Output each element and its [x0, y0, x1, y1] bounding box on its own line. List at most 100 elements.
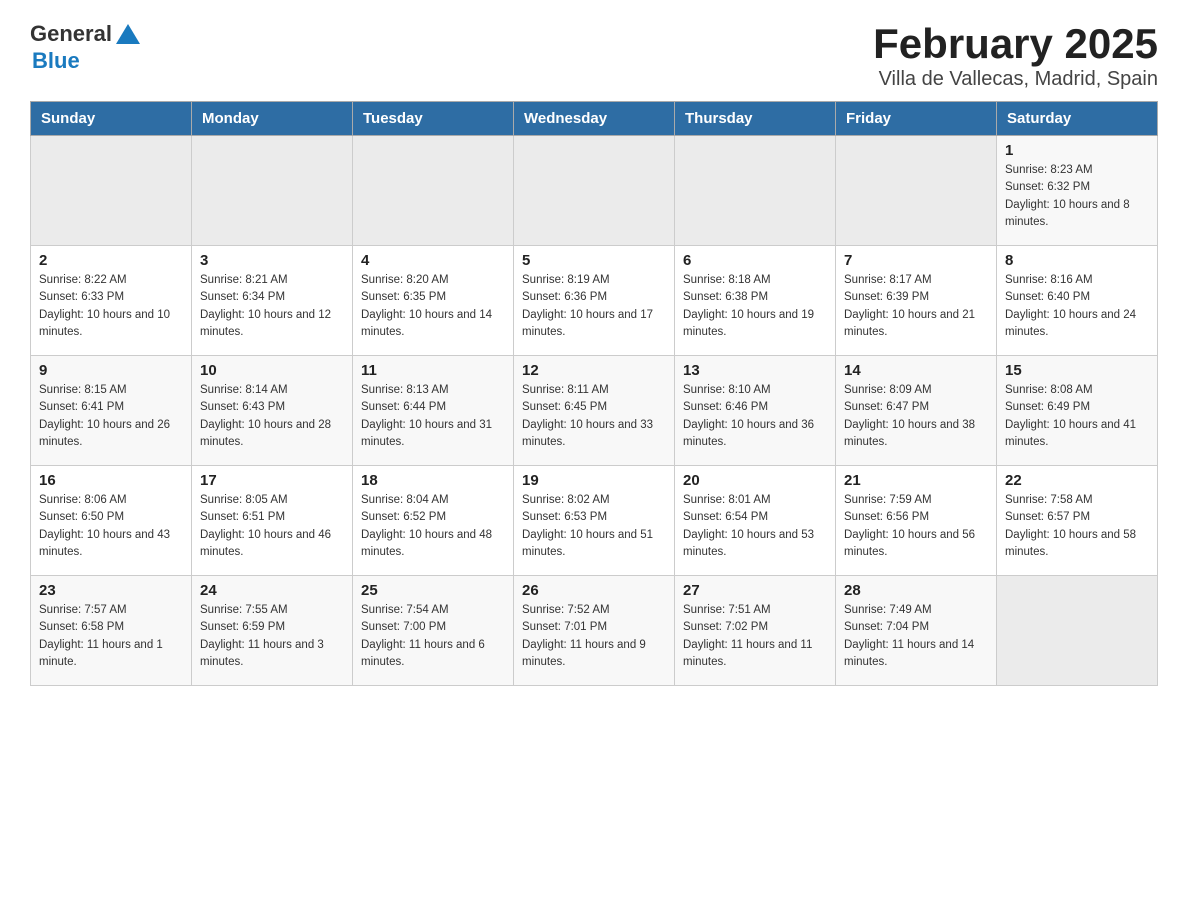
day-number: 5: [522, 252, 666, 269]
day-number: 16: [39, 472, 183, 489]
calendar-day-cell: 19 Sunrise: 8:02 AM Sunset: 6:53 PM Dayli…: [514, 466, 675, 576]
calendar-day-cell: 5 Sunrise: 8:19 AM Sunset: 6:36 PM Daylig…: [514, 246, 675, 356]
calendar-header-saturday: Saturday: [997, 102, 1158, 136]
day-number: 18: [361, 472, 505, 489]
day-number: 21: [844, 472, 988, 489]
calendar-day-cell: 8 Sunrise: 8:16 AM Sunset: 6:40 PM Daylig…: [997, 246, 1158, 356]
calendar-header-sunday: Sunday: [31, 102, 192, 136]
calendar-day-cell: 10 Sunrise: 8:14 AM Sunset: 6:43 PM Dayli…: [192, 356, 353, 466]
day-info: Sunrise: 8:21 AM Sunset: 6:34 PM Dayligh…: [200, 272, 344, 341]
calendar-table: SundayMondayTuesdayWednesdayThursdayFrid…: [30, 101, 1158, 686]
day-info: Sunrise: 8:04 AM Sunset: 6:52 PM Dayligh…: [361, 492, 505, 561]
day-info: Sunrise: 8:10 AM Sunset: 6:46 PM Dayligh…: [683, 382, 827, 451]
calendar-day-cell: 20Sunrise: 8:01 AM Sunset: 6:54 PM Dayli…: [675, 466, 836, 576]
calendar-day-cell: [997, 576, 1158, 686]
day-number: 19: [522, 472, 666, 489]
calendar-day-cell: 26 Sunrise: 7:52 AM Sunset: 7:01 PM Dayli…: [514, 576, 675, 686]
day-number: 14: [844, 362, 988, 379]
calendar-day-cell: 7Sunrise: 8:17 AM Sunset: 6:39 PM Daylig…: [836, 246, 997, 356]
day-number: 10: [200, 362, 344, 379]
calendar-header-friday: Friday: [836, 102, 997, 136]
calendar-week-row: 16 Sunrise: 8:06 AM Sunset: 6:50 PM Dayli…: [31, 466, 1158, 576]
day-info: Sunrise: 8:02 AM Sunset: 6:53 PM Dayligh…: [522, 492, 666, 561]
day-info: Sunrise: 8:19 AM Sunset: 6:36 PM Dayligh…: [522, 272, 666, 341]
page-title: February 2025: [873, 20, 1158, 68]
calendar-day-cell: 17Sunrise: 8:05 AM Sunset: 6:51 PM Dayli…: [192, 466, 353, 576]
day-number: 17: [200, 472, 344, 489]
page-header: General Blue February 2025 Villa de Vall…: [30, 20, 1158, 91]
calendar-day-cell: [31, 136, 192, 246]
calendar-day-cell: 22Sunrise: 7:58 AM Sunset: 6:57 PM Dayli…: [997, 466, 1158, 576]
calendar-header-thursday: Thursday: [675, 102, 836, 136]
day-number: 3: [200, 252, 344, 269]
calendar-day-cell: [192, 136, 353, 246]
calendar-week-row: 9 Sunrise: 8:15 AM Sunset: 6:41 PM Daylig…: [31, 356, 1158, 466]
calendar-day-cell: 14 Sunrise: 8:09 AM Sunset: 6:47 PM Dayli…: [836, 356, 997, 466]
calendar-day-cell: 2 Sunrise: 8:22 AM Sunset: 6:33 PM Daylig…: [31, 246, 192, 356]
calendar-week-row: 1 Sunrise: 8:23 AM Sunset: 6:32 PM Daylig…: [31, 136, 1158, 246]
day-number: 27: [683, 582, 827, 599]
day-info: Sunrise: 7:55 AM Sunset: 6:59 PM Dayligh…: [200, 602, 344, 671]
day-number: 26: [522, 582, 666, 599]
day-info: Sunrise: 7:51 AM Sunset: 7:02 PM Dayligh…: [683, 602, 827, 671]
day-number: 4: [361, 252, 505, 269]
day-number: 15: [1005, 362, 1149, 379]
title-section: February 2025 Villa de Vallecas, Madrid,…: [873, 20, 1158, 91]
calendar-week-row: 2 Sunrise: 8:22 AM Sunset: 6:33 PM Daylig…: [31, 246, 1158, 356]
day-info: Sunrise: 7:58 AM Sunset: 6:57 PM Dayligh…: [1005, 492, 1149, 561]
day-info: Sunrise: 7:59 AM Sunset: 6:56 PM Dayligh…: [844, 492, 988, 561]
calendar-day-cell: 28Sunrise: 7:49 AM Sunset: 7:04 PM Dayli…: [836, 576, 997, 686]
day-info: Sunrise: 8:18 AM Sunset: 6:38 PM Dayligh…: [683, 272, 827, 341]
page-subtitle: Villa de Vallecas, Madrid, Spain: [873, 68, 1158, 91]
day-info: Sunrise: 8:20 AM Sunset: 6:35 PM Dayligh…: [361, 272, 505, 341]
day-info: Sunrise: 8:06 AM Sunset: 6:50 PM Dayligh…: [39, 492, 183, 561]
calendar-day-cell: 4 Sunrise: 8:20 AM Sunset: 6:35 PM Daylig…: [353, 246, 514, 356]
day-info: Sunrise: 7:54 AM Sunset: 7:00 PM Dayligh…: [361, 602, 505, 671]
day-info: Sunrise: 8:16 AM Sunset: 6:40 PM Dayligh…: [1005, 272, 1149, 341]
day-info: Sunrise: 8:08 AM Sunset: 6:49 PM Dayligh…: [1005, 382, 1149, 451]
day-number: 2: [39, 252, 183, 269]
calendar-day-cell: 16 Sunrise: 8:06 AM Sunset: 6:50 PM Dayli…: [31, 466, 192, 576]
day-number: 20: [683, 472, 827, 489]
logo-blue-text: Blue: [32, 48, 142, 74]
calendar-day-cell: 15 Sunrise: 8:08 AM Sunset: 6:49 PM Dayli…: [997, 356, 1158, 466]
logo-general-text: General: [30, 21, 112, 47]
calendar-day-cell: 12Sunrise: 8:11 AM Sunset: 6:45 PM Dayli…: [514, 356, 675, 466]
calendar-day-cell: 23 Sunrise: 7:57 AM Sunset: 6:58 PM Dayli…: [31, 576, 192, 686]
calendar-day-cell: [836, 136, 997, 246]
day-number: 9: [39, 362, 183, 379]
day-number: 23: [39, 582, 183, 599]
logo: General Blue: [30, 20, 142, 74]
calendar-day-cell: 13 Sunrise: 8:10 AM Sunset: 6:46 PM Dayli…: [675, 356, 836, 466]
calendar-day-cell: [675, 136, 836, 246]
calendar-day-cell: 1 Sunrise: 8:23 AM Sunset: 6:32 PM Daylig…: [997, 136, 1158, 246]
calendar-day-cell: 3 Sunrise: 8:21 AM Sunset: 6:34 PM Daylig…: [192, 246, 353, 356]
calendar-day-cell: [514, 136, 675, 246]
day-info: Sunrise: 8:22 AM Sunset: 6:33 PM Dayligh…: [39, 272, 183, 341]
calendar-day-cell: 9 Sunrise: 8:15 AM Sunset: 6:41 PM Daylig…: [31, 356, 192, 466]
calendar-day-cell: 11 Sunrise: 8:13 AM Sunset: 6:44 PM Dayli…: [353, 356, 514, 466]
day-number: 1: [1005, 142, 1149, 159]
calendar-day-cell: 21 Sunrise: 7:59 AM Sunset: 6:56 PM Dayli…: [836, 466, 997, 576]
day-info: Sunrise: 8:11 AM Sunset: 6:45 PM Dayligh…: [522, 382, 666, 451]
day-info: Sunrise: 7:52 AM Sunset: 7:01 PM Dayligh…: [522, 602, 666, 671]
calendar-day-cell: 27 Sunrise: 7:51 AM Sunset: 7:02 PM Dayli…: [675, 576, 836, 686]
calendar-day-cell: 6 Sunrise: 8:18 AM Sunset: 6:38 PM Daylig…: [675, 246, 836, 356]
day-number: 11: [361, 362, 505, 379]
day-info: Sunrise: 8:23 AM Sunset: 6:32 PM Dayligh…: [1005, 162, 1149, 231]
day-info: Sunrise: 8:09 AM Sunset: 6:47 PM Dayligh…: [844, 382, 988, 451]
calendar-week-row: 23 Sunrise: 7:57 AM Sunset: 6:58 PM Dayli…: [31, 576, 1158, 686]
day-info: Sunrise: 8:13 AM Sunset: 6:44 PM Dayligh…: [361, 382, 505, 451]
day-info: Sunrise: 7:57 AM Sunset: 6:58 PM Dayligh…: [39, 602, 183, 671]
day-info: Sunrise: 8:14 AM Sunset: 6:43 PM Dayligh…: [200, 382, 344, 451]
day-number: 25: [361, 582, 505, 599]
day-info: Sunrise: 8:15 AM Sunset: 6:41 PM Dayligh…: [39, 382, 183, 451]
day-number: 13: [683, 362, 827, 379]
day-number: 8: [1005, 252, 1149, 269]
day-number: 6: [683, 252, 827, 269]
calendar-header-tuesday: Tuesday: [353, 102, 514, 136]
day-number: 24: [200, 582, 344, 599]
calendar-header-monday: Monday: [192, 102, 353, 136]
day-number: 7: [844, 252, 988, 269]
logo-triangle-icon: [114, 20, 142, 48]
